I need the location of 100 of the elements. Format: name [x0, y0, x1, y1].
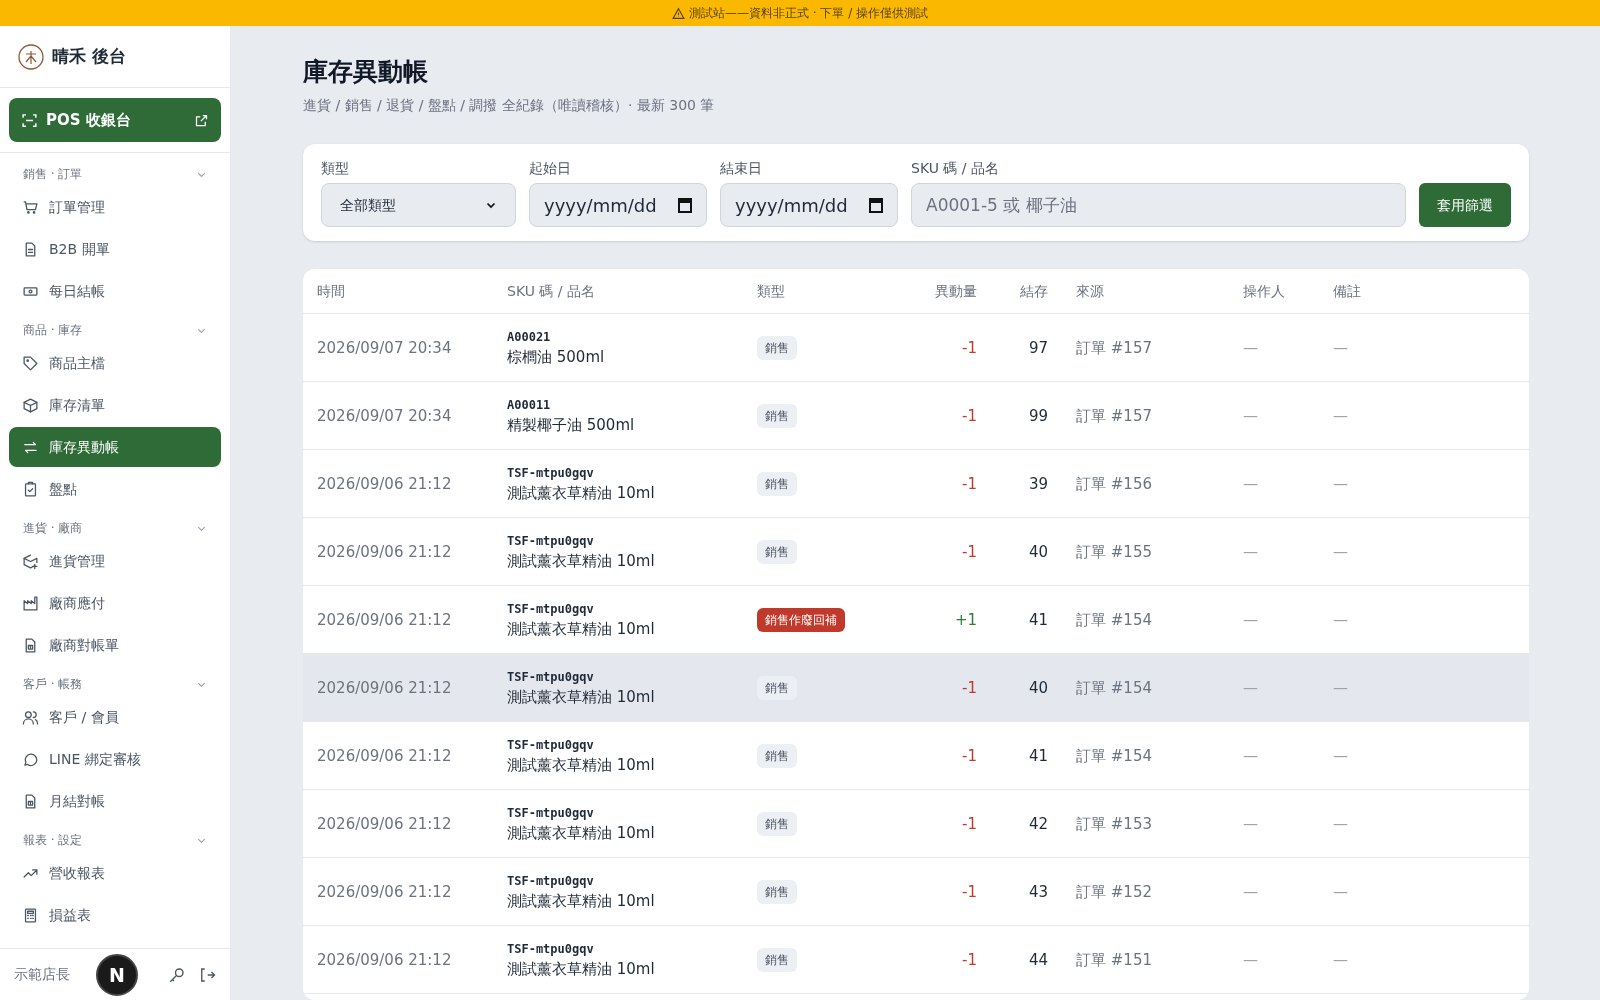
filter-label: 起始日: [529, 159, 572, 179]
pos-button[interactable]: POS 收銀台: [9, 98, 221, 142]
key-icon[interactable]: [168, 965, 186, 984]
quantity-change-cell-text: -1: [962, 677, 977, 699]
test-site-banner-text: 測試站——資料非正式 · 下單 / 操作僅供測試: [688, 5, 929, 22]
note-cell-text: —: [1333, 745, 1348, 767]
time-cell-text: 2026/09/07 20:34: [317, 405, 453, 427]
product-name: 測試薰衣草精油 10ml: [507, 754, 656, 776]
operator-cell-text: —: [1243, 337, 1259, 359]
sku-code: TSF-mtpu0gqv: [507, 464, 595, 482]
stock-cell-text: 42: [1028, 813, 1048, 835]
sku-code: TSF-mtpu0gqv: [507, 872, 595, 890]
operator-cell-text: —: [1243, 881, 1259, 903]
nav-item[interactable]: 庫存異動帳: [9, 427, 221, 467]
scan-icon: [21, 111, 38, 129]
note-cell-text: —: [1333, 949, 1348, 971]
page-subtitle: 進貨 / 銷售 / 退貨 / 盤點 / 調撥 全紀錄（唯讀稽核）· 最新 300 筆: [303, 96, 716, 116]
nav-item[interactable]: 損益表: [9, 895, 221, 935]
nav-icon: [22, 594, 39, 612]
type-badge: 銷售作廢回補: [757, 608, 845, 633]
nav-item[interactable]: 盤點: [9, 469, 221, 509]
type-select[interactable]: 全部類型: [321, 183, 516, 228]
product-name: 測試薰衣草精油 10ml: [507, 686, 656, 708]
nav-item[interactable]: 進貨管理: [9, 541, 221, 581]
type-badge: 銷售: [757, 336, 797, 361]
section-heading: 商品 · 庫存: [23, 322, 83, 339]
table-row[interactable]: 2026/09/06 21:12 TSF-mtpu0gqv 測試薰衣草精油 10ml 銷售 -1 40 訂單 #154 — —: [303, 654, 1529, 723]
quantity-change-cell-text: -1: [962, 949, 977, 971]
source-cell-text: 訂單 #154: [1075, 677, 1153, 699]
stock-cell-text: 40: [1028, 541, 1048, 563]
nav-icon: [22, 708, 39, 726]
dev-indicator-badge[interactable]: N: [96, 954, 138, 996]
nav-item[interactable]: 庫存清單: [9, 385, 221, 425]
nav-item[interactable]: 商品主檔: [9, 343, 221, 383]
nav-icon: [22, 396, 39, 414]
note-cell-text: —: [1333, 473, 1348, 495]
type-badge: 銷售: [757, 472, 797, 497]
section-heading: 客戶 · 帳務: [23, 676, 83, 693]
start-date-field[interactable]: yyyy/mm/dd: [529, 183, 707, 228]
nav-item[interactable]: 月結對帳: [9, 781, 221, 821]
operator-cell-text: —: [1243, 473, 1259, 495]
type-badge: 銷售: [757, 812, 797, 837]
product-name: 測試薰衣草精油 10ml: [507, 890, 656, 912]
nav-item[interactable]: 營收報表: [9, 853, 221, 893]
operator-cell-text: —: [1243, 541, 1259, 563]
sku-search-field[interactable]: A0001-5 或 椰子油: [911, 183, 1406, 228]
time-cell-text: 2026/09/06 21:12: [317, 881, 453, 903]
warning-icon: [671, 6, 685, 20]
source-cell-text: 訂單 #155: [1075, 541, 1153, 563]
nav-icon: [22, 552, 39, 570]
quantity-change-cell-text: -1: [962, 541, 977, 563]
nav-item[interactable]: 客戶 / 會員: [9, 697, 221, 737]
external-link-icon: [194, 112, 209, 128]
nav-icon: [22, 354, 39, 372]
stock-cell-text: 39: [1028, 473, 1048, 495]
logo-icon: [18, 43, 44, 70]
quantity-change-cell-text: -1: [962, 745, 977, 767]
time-cell-text: 2026/09/06 21:12: [317, 813, 453, 835]
calendar-icon[interactable]: [869, 197, 883, 214]
note-cell-text: —: [1333, 881, 1348, 903]
quantity-change-cell-text: -1: [962, 473, 977, 495]
time-cell-text: 2026/09/06 21:12: [317, 541, 453, 563]
operator-cell-text: —: [1243, 405, 1259, 427]
nav-item[interactable]: LINE 綁定審核: [9, 739, 221, 779]
end-date-field[interactable]: yyyy/mm/dd: [720, 183, 898, 228]
nav-item[interactable]: 每日結帳: [9, 271, 221, 311]
product-name: 精製椰子油 500ml: [507, 414, 636, 436]
operator-cell-text: —: [1243, 813, 1259, 835]
page-title: 庫存異動帳: [303, 56, 429, 88]
source-cell-text: 訂單 #156: [1075, 473, 1153, 495]
column-header: 類型: [757, 281, 786, 301]
column-header: SKU 碼 / 品名: [507, 281, 596, 301]
note-cell-text: —: [1333, 609, 1348, 631]
nav-icon: [22, 480, 39, 498]
section-heading: 報表 · 設定: [23, 832, 83, 849]
note-cell-text: —: [1333, 337, 1348, 359]
type-badge: 銷售: [757, 744, 797, 769]
product-name: 測試薰衣草精油 10ml: [507, 618, 656, 640]
nav-item[interactable]: 廠商應付: [9, 583, 221, 623]
calendar-icon[interactable]: [678, 197, 692, 214]
operator-cell-text: —: [1243, 949, 1259, 971]
section-heading: 銷售 · 訂單: [23, 166, 83, 183]
column-header: 備註: [1333, 281, 1362, 301]
logout-icon[interactable]: [198, 965, 216, 984]
quantity-change-cell-text: -1: [962, 813, 977, 835]
quantity-change-cell-text: -1: [962, 881, 977, 903]
sku-code: TSF-mtpu0gqv: [507, 940, 595, 958]
column-header: 結存: [1020, 281, 1048, 301]
nav-item[interactable]: 訂單管理: [9, 187, 221, 227]
nav-item[interactable]: B2B 開單: [9, 229, 221, 269]
type-badge: 銷售: [757, 540, 797, 565]
column-header: 異動量: [935, 281, 977, 301]
sku-code: TSF-mtpu0gqv: [507, 668, 595, 686]
source-cell-text: 訂單 #154: [1075, 609, 1153, 631]
nav-icon: [22, 906, 39, 924]
apply-filter-button[interactable]: 套用篩選: [1419, 183, 1511, 228]
quantity-change-cell-text: -1: [962, 337, 977, 359]
stock-cell-text: 41: [1028, 609, 1048, 631]
nav-item[interactable]: 廠商對帳單: [9, 625, 221, 665]
operator-cell-text: —: [1243, 609, 1259, 631]
